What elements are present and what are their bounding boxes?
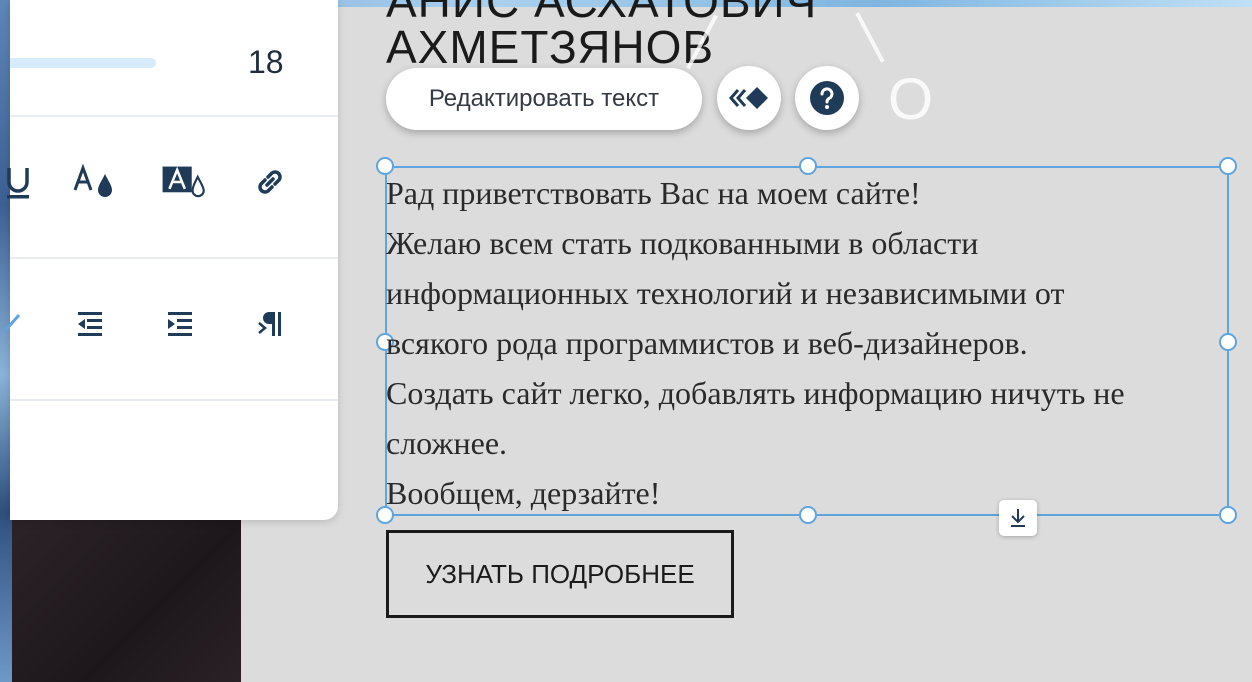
increase-indent-button[interactable]: [156, 300, 204, 348]
decrease-indent-icon: [78, 312, 102, 336]
align-button[interactable]: [0, 300, 34, 348]
heading-decor-letter: О: [888, 67, 934, 132]
learn-more-button[interactable]: УЗНАТЬ ПОДРОБНЕЕ: [386, 530, 734, 618]
help-icon: [810, 81, 844, 115]
text-settings-panel: 18: [3, 0, 338, 520]
paragraph-line: Создать сайт легко, добавлять информацию…: [386, 375, 1125, 411]
paragraph-line: информационных технологий и независимыми…: [386, 275, 1065, 311]
underline-button[interactable]: [0, 158, 42, 206]
paragraph-line: сложнее.: [386, 425, 508, 461]
paragraph-line: Желаю всем стать подкованными в области: [386, 225, 979, 261]
align-icon: [3, 314, 21, 332]
text-highlight-icon: [162, 166, 205, 198]
increase-indent-icon: [168, 312, 192, 336]
link-icon: [258, 170, 282, 194]
paragraph-text[interactable]: Рад приветствовать Вас на моем сайте! Же…: [386, 168, 1230, 518]
decor-line: [855, 12, 885, 63]
paragraph-line: всякого рода программистов и веб-дизайне…: [386, 325, 1028, 361]
paragraph-line: Рад приветствовать Вас на моем сайте!: [386, 175, 921, 211]
font-size-slider[interactable]: [10, 58, 156, 68]
rtl-paragraph-button[interactable]: [246, 300, 294, 348]
format-row-1: [7, 158, 338, 218]
link-button[interactable]: [246, 158, 294, 206]
download-arrow-icon: [1011, 509, 1025, 527]
divider: [10, 399, 338, 401]
font-size-value: 18: [248, 44, 284, 80]
page-heading[interactable]: АНИС АСХАТОВИЧ АХМЕТЗЯНОВ: [386, 0, 817, 70]
text-color-icon: [73, 164, 112, 197]
edit-text-button[interactable]: Редактировать текст: [386, 68, 702, 130]
animation-icon: [729, 87, 768, 109]
heading-line-2: АХМЕТЗЯНОВ: [386, 21, 715, 73]
format-row-2: [3, 300, 338, 360]
animation-button[interactable]: [717, 66, 781, 130]
text-color-button[interactable]: [70, 158, 118, 206]
help-button[interactable]: [795, 66, 859, 130]
background-photo: [12, 515, 241, 682]
rtl-paragraph-icon: [258, 312, 281, 336]
divider: [10, 115, 338, 117]
paragraph-line: Вообщем, дерзайте!: [386, 475, 661, 511]
text-highlight-button[interactable]: [160, 158, 208, 206]
underline-icon: [7, 168, 29, 199]
decrease-indent-button[interactable]: [66, 300, 114, 348]
divider: [10, 257, 338, 259]
stretch-button[interactable]: [999, 500, 1037, 536]
